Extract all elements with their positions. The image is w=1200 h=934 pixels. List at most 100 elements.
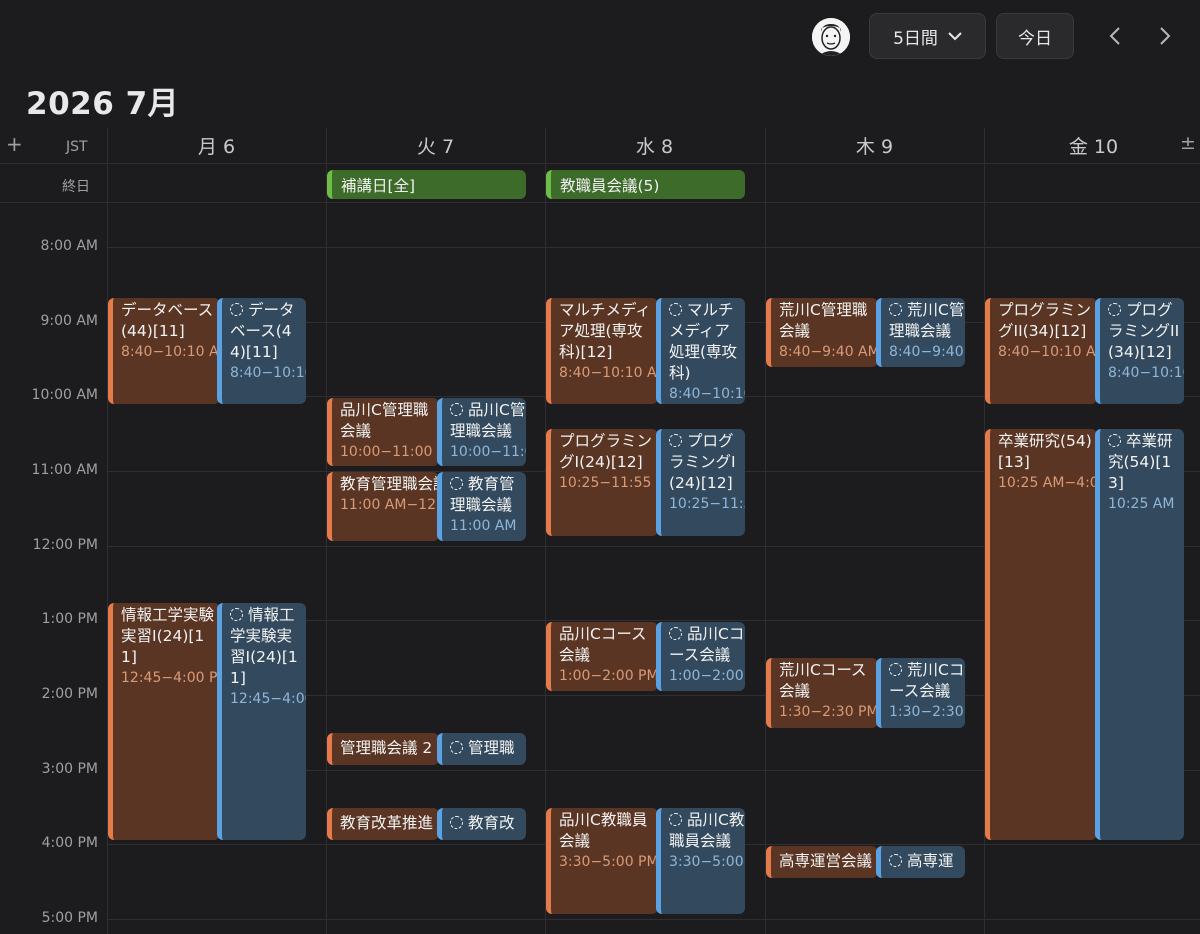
calendar-event[interactable]: 荒川C管理職会議 8:40−9:40 AM: [766, 298, 878, 367]
hour-line: [107, 919, 1200, 920]
event-time: 8:40−10:10 AM: [559, 365, 658, 381]
calendar-event[interactable]: 情報工学実験実習I(24)[11] 12:45−4:00 PM: [108, 603, 220, 840]
event-title: プログラミングI(24)[12]: [559, 432, 653, 471]
task-ring-icon: [669, 303, 682, 316]
calendar-event[interactable]: マルチメディア処理(専攻科)[12] 8:40−10:10 AM: [546, 298, 658, 404]
task-ring-icon: [450, 741, 463, 754]
event-time: 12:45−4:00 PM: [121, 670, 220, 686]
column-divider: [765, 128, 766, 934]
event-time: 11:00 AM−12:00 PM: [340, 497, 439, 513]
allday-event[interactable]: 補講日[全]: [327, 170, 526, 199]
time-label: 2:00 PM: [41, 686, 98, 702]
task-event[interactable]: プログラミングI(24)[12] 10:25−11:55 AM: [656, 429, 745, 536]
event-time: 8:40−10:10 AM: [121, 344, 220, 360]
time-label: 9:00 AM: [40, 313, 98, 329]
allday-label: 終日: [62, 179, 90, 195]
task-ring-icon: [669, 813, 682, 826]
today-button[interactable]: 今日: [996, 13, 1074, 59]
event-time: 10:25−11:55 AM: [669, 496, 745, 512]
day-header[interactable]: 月 6: [107, 132, 326, 159]
calendar-event[interactable]: 品川C教職員会議 3:30−5:00 PM: [546, 808, 658, 914]
event-title: 品川C教職員会議: [559, 811, 648, 850]
view-range-label: 5日間: [893, 28, 938, 49]
task-event[interactable]: 品川Cコース会議 1:00−2:00 PM: [656, 622, 745, 691]
event-time: 12:45−4:00 PM: [230, 691, 306, 707]
event-title: 高専運: [907, 852, 954, 870]
next-button[interactable]: [1150, 20, 1180, 52]
toolbar: 5日間 今日: [0, 0, 1200, 72]
day-header[interactable]: 水 8: [545, 132, 764, 159]
chevron-right-icon: [1160, 27, 1171, 45]
day-header[interactable]: 火 7: [326, 132, 545, 159]
task-event[interactable]: マルチメディア処理(専攻科) 8:40−10:10 AM: [656, 298, 745, 404]
calendar-event[interactable]: 高専運営会議: [766, 846, 878, 878]
task-ring-icon: [1108, 303, 1121, 316]
event-time: 1:00−2:00 PM: [669, 668, 745, 684]
event-title: 荒川C管理職会議: [779, 301, 868, 340]
view-range-dropdown[interactable]: 5日間: [869, 13, 986, 59]
event-title: 荒川Cコース会議: [779, 661, 867, 700]
event-time: 8:40−10:10 AM: [998, 344, 1097, 360]
event-time: 1:00−2:00 PM: [559, 668, 658, 684]
avatar[interactable]: [812, 18, 850, 56]
event-title: 品川C管理職会議: [340, 401, 429, 440]
calendar-event[interactable]: 品川C管理職会議 10:00−11:00 AM: [327, 398, 439, 466]
task-event[interactable]: プログラミングII(34)[12] 8:40−10:10 AM: [1095, 298, 1184, 404]
task-event[interactable]: 教育管理職会議 11:00 AM: [437, 472, 526, 541]
calendar-event[interactable]: プログラミングI(24)[12] 10:25−11:55 AM: [546, 429, 658, 536]
calendar-event[interactable]: 品川Cコース会議 1:00−2:00 PM: [546, 622, 658, 691]
day-header-row: + JST 月 6 火 7 水 8 木 9 金 10 ±: [0, 128, 1200, 164]
add-button[interactable]: +: [6, 132, 23, 156]
prev-button[interactable]: [1100, 20, 1130, 52]
calendar-event[interactable]: 教育改革推進: [327, 808, 439, 840]
event-time: 8:40−10:10 AM: [230, 365, 306, 381]
day-header[interactable]: 金 10: [984, 132, 1200, 159]
allday-event-title: 教職員会議(5): [560, 177, 660, 195]
event-time: 10:25 AM−4:00 PM: [998, 475, 1097, 491]
event-title: 管理職: [468, 739, 515, 757]
task-ring-icon: [230, 303, 243, 316]
task-ring-icon: [669, 434, 682, 447]
task-event[interactable]: 卒業研究(54)[13] 10:25 AM: [1095, 429, 1184, 840]
day-header[interactable]: 木 9: [765, 132, 984, 159]
time-label: 5:00 PM: [41, 910, 98, 926]
allday-event[interactable]: 教職員会議(5): [546, 170, 745, 199]
expand-button[interactable]: ±: [1180, 132, 1196, 154]
task-ring-icon: [450, 403, 463, 416]
event-time: 1:30−2:30 PM: [779, 704, 878, 720]
chevron-down-icon: [948, 31, 962, 40]
timezone-label: JST: [66, 139, 88, 155]
task-event[interactable]: 管理職: [437, 733, 526, 765]
event-time: 11:00 AM: [450, 518, 517, 534]
calendar-event[interactable]: データベース(44)[11] 8:40−10:10 AM: [108, 298, 220, 404]
event-time: 8:40−9:40 AM: [889, 344, 965, 360]
event-title: データベース(44)[11]: [121, 301, 214, 340]
event-time: 3:30−5:00 PM: [559, 854, 658, 870]
task-ring-icon: [450, 816, 463, 829]
calendar-event[interactable]: 教育管理職会議 11:00 AM−12:00 PM: [327, 472, 439, 541]
task-event[interactable]: 情報工学実験実習I(24)[11] 12:45−4:00 PM: [217, 603, 306, 840]
task-ring-icon: [889, 303, 902, 316]
event-title: 管理職会議 2: [340, 739, 433, 757]
event-time: 8:40−10:10 AM: [1108, 365, 1184, 381]
task-event[interactable]: 教育改: [437, 808, 526, 840]
calendar-event[interactable]: プログラミングII(34)[12] 8:40−10:10 AM: [985, 298, 1097, 404]
event-title: 教育管理職会議: [340, 475, 439, 493]
time-label: 8:00 AM: [40, 238, 98, 254]
time-label: 1:00 PM: [41, 611, 98, 627]
time-grid: 8:00 AM 9:00 AM 10:00 AM 11:00 AM 12:00 …: [0, 128, 1200, 934]
task-event[interactable]: 荒川Cコース会議 1:30−2:30 PM: [876, 658, 965, 728]
task-event[interactable]: データベース(44)[11] 8:40−10:10 AM: [217, 298, 306, 404]
task-event[interactable]: 高専運: [876, 846, 965, 878]
today-label: 今日: [1018, 28, 1052, 49]
calendar-event[interactable]: 荒川Cコース会議 1:30−2:30 PM: [766, 658, 878, 728]
hour-line: [107, 247, 1200, 248]
task-event[interactable]: 荒川C管理職会議 8:40−9:40 AM: [876, 298, 965, 367]
time-label: 3:00 PM: [41, 761, 98, 777]
event-time: 10:25 AM: [1108, 496, 1175, 512]
event-time: 10:00−11:00 AM: [340, 444, 439, 460]
calendar-event[interactable]: 卒業研究(54)[13] 10:25 AM−4:00 PM: [985, 429, 1097, 840]
task-event[interactable]: 品川C管理職会議 10:00−11:00 AM: [437, 398, 526, 466]
task-event[interactable]: 品川C教職員会議 3:30−5:00 PM: [656, 808, 745, 914]
calendar-event[interactable]: 管理職会議 2: [327, 733, 439, 765]
